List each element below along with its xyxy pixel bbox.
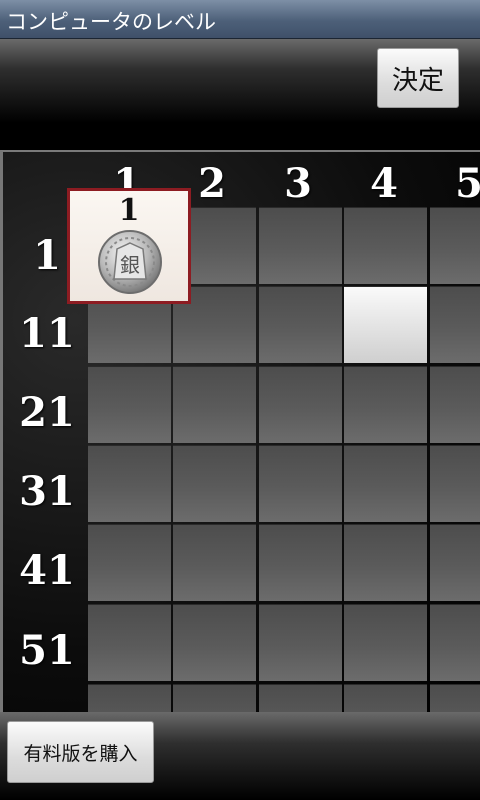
level-cell[interactable]: [259, 604, 342, 681]
window-title: コンピュータのレベル: [6, 10, 216, 34]
level-cell[interactable]: [430, 445, 480, 522]
silver-general-coin-icon: 銀: [98, 230, 162, 294]
level-cell[interactable]: [173, 366, 256, 443]
level-cell[interactable]: [344, 524, 427, 601]
level-cell[interactable]: [430, 286, 480, 363]
level-cell[interactable]: [344, 207, 427, 284]
row-label-51: 51: [19, 627, 75, 674]
column-label-4: 4: [370, 160, 398, 207]
level-cell[interactable]: [173, 684, 256, 712]
row-label-61: 61: [7, 689, 87, 712]
level-cell[interactable]: [259, 286, 342, 363]
confirm-button[interactable]: 決定: [377, 48, 459, 108]
level-cell[interactable]: [430, 524, 480, 601]
level-cell[interactable]: [344, 604, 427, 681]
row-label-31: 31: [19, 468, 75, 515]
level-cell[interactable]: [88, 445, 171, 522]
column-label-3: 3: [284, 160, 312, 207]
level-cell[interactable]: [430, 366, 480, 443]
level-cell[interactable]: [173, 524, 256, 601]
row-label-11: 11: [19, 310, 75, 357]
level-cell[interactable]: [259, 207, 342, 284]
level-cell[interactable]: [344, 286, 427, 363]
buy-full-version-button[interactable]: 有料版を購入: [7, 721, 154, 783]
row-label-21: 21: [19, 389, 75, 436]
level-cell[interactable]: [430, 684, 480, 712]
level-cell[interactable]: [344, 366, 427, 443]
level-cell[interactable]: [259, 366, 342, 443]
level-cell[interactable]: [88, 604, 171, 681]
level-cell[interactable]: [430, 207, 480, 284]
title-bar: コンピュータのレベル: [0, 0, 480, 39]
level-cell[interactable]: [344, 684, 427, 712]
level-cell[interactable]: [173, 604, 256, 681]
selected-level-number: 1: [118, 193, 140, 228]
level-board[interactable]: 1 2 3 4 5 1 11 21 31 41 51 61 1 銀: [0, 150, 480, 712]
level-cell[interactable]: [344, 445, 427, 522]
level-cell[interactable]: [259, 524, 342, 601]
level-cell[interactable]: [173, 445, 256, 522]
piece-char: 銀: [120, 253, 140, 277]
selected-level-card[interactable]: 1 銀: [67, 188, 191, 304]
level-cell[interactable]: [88, 366, 171, 443]
level-cell[interactable]: [88, 684, 171, 712]
level-cell[interactable]: [430, 604, 480, 681]
level-cell[interactable]: [259, 445, 342, 522]
row-label-41: 41: [19, 547, 75, 594]
level-cell[interactable]: [259, 684, 342, 712]
level-cell[interactable]: [88, 524, 171, 601]
column-label-5: 5: [427, 160, 480, 208]
